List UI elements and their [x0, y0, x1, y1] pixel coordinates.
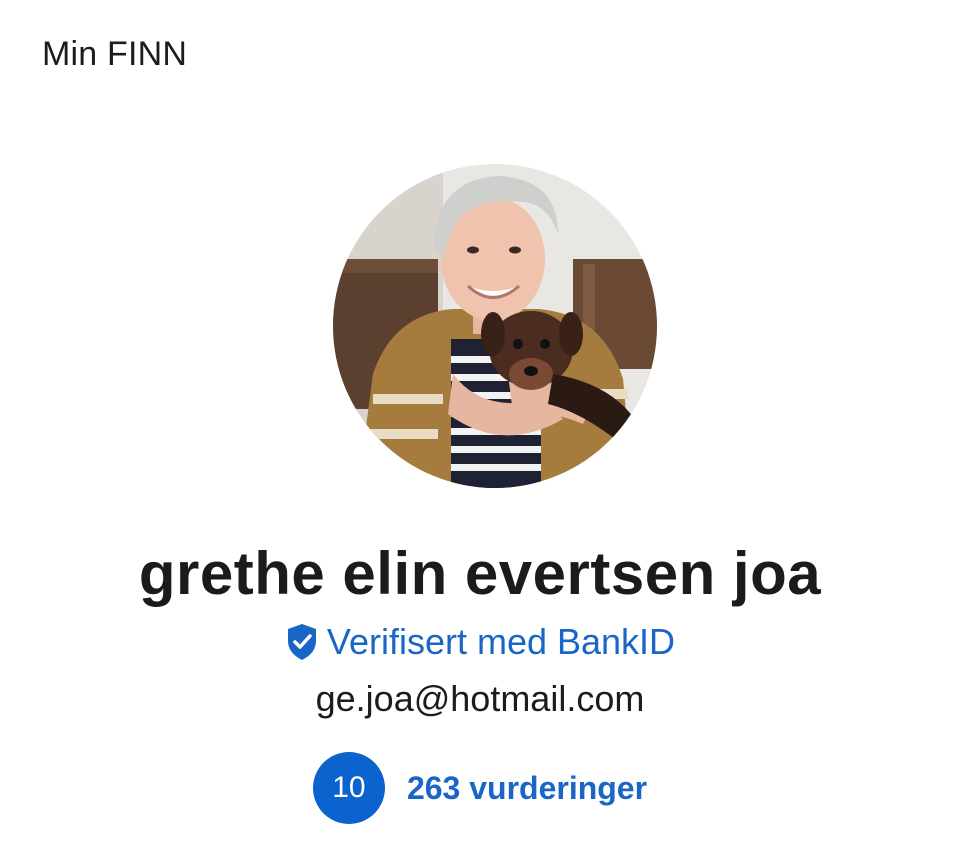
avatar[interactable] — [333, 164, 657, 488]
rating-score-badge: 10 — [312, 752, 385, 824]
avatar-photo — [333, 164, 657, 488]
page-title: Min FINN — [42, 35, 188, 73]
rating-summary: 10 263 vurderinger — [0, 752, 960, 824]
reviews-link[interactable]: 263 vurderinger — [407, 768, 647, 808]
email-address: ge.joa@hotmail.com — [315, 678, 645, 719]
verified-badge[interactable]: Verifisert med BankID — [0, 620, 960, 664]
verified-label: Verifisert med BankID — [326, 621, 676, 662]
profile-name: grethe elin evertsen joa — [138, 540, 822, 607]
shield-check-icon — [285, 622, 319, 662]
